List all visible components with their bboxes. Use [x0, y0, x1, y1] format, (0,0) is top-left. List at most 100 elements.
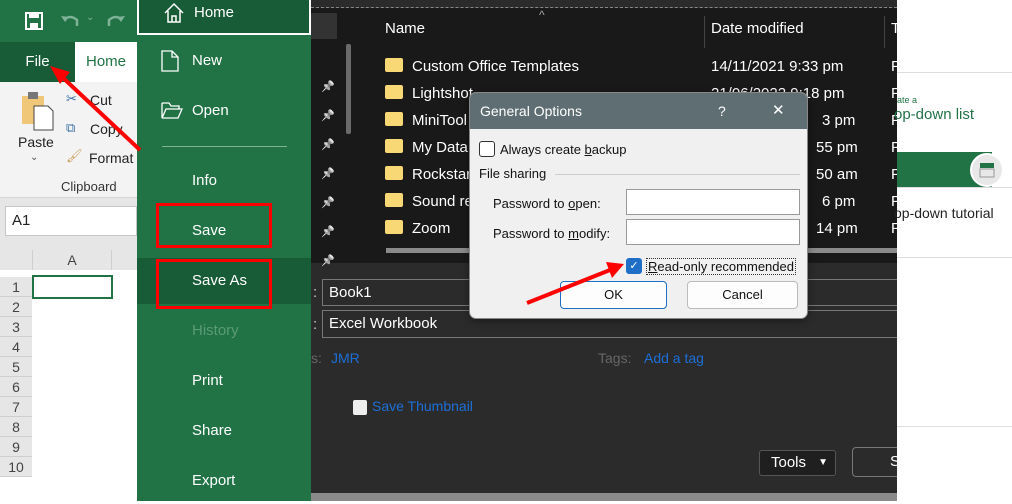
- backstage-item-export[interactable]: Export: [137, 458, 311, 504]
- read-only-label[interactable]: Read-only recommended: [646, 258, 796, 275]
- folder-icon: [385, 85, 403, 99]
- file-row[interactable]: MiniTool: [385, 109, 467, 133]
- row-header[interactable]: 7: [0, 397, 32, 417]
- dialog-title: General Options: [480, 103, 582, 119]
- tab-file[interactable]: File: [0, 42, 75, 82]
- close-icon[interactable]: ✕: [772, 93, 785, 129]
- divider: [555, 174, 800, 175]
- column-header-b[interactable]: [112, 250, 137, 270]
- highlight-save-as: [156, 259, 272, 309]
- row-header[interactable]: 1: [0, 277, 32, 297]
- file-name: Zoom: [412, 220, 451, 237]
- row-header[interactable]: 5: [0, 357, 32, 377]
- row-header[interactable]: 4: [0, 337, 32, 357]
- file-row[interactable]: Lightshot: [385, 82, 473, 106]
- folder-icon: [385, 58, 403, 72]
- select-all-corner[interactable]: [0, 250, 32, 270]
- column-header-a[interactable]: A: [32, 250, 112, 270]
- backstage-item-home[interactable]: Home: [137, 0, 311, 35]
- pin-icon[interactable]: 📌: [321, 138, 335, 151]
- paste-icon[interactable]: [20, 90, 54, 132]
- row-header[interactable]: 9: [0, 437, 32, 457]
- checkmark-icon: ✓: [629, 260, 639, 272]
- file-row[interactable]: Rockstar: [385, 163, 471, 187]
- pin-icon[interactable]: 📌: [321, 167, 335, 180]
- row-header[interactable]: 6: [0, 377, 32, 397]
- spreadsheet-icon: [970, 153, 1004, 187]
- tools-dropdown[interactable]: Tools ▼: [759, 450, 836, 476]
- template-title[interactable]: op-down list: [894, 106, 974, 123]
- redo-icon[interactable]: [106, 12, 126, 30]
- backstage-item-print[interactable]: Print: [137, 358, 311, 404]
- backstage-item-info[interactable]: Info: [137, 158, 311, 204]
- column-header-date-modified[interactable]: Date modified: [711, 20, 804, 37]
- always-backup-label[interactable]: Always create backup: [500, 142, 626, 157]
- file-row[interactable]: My Data: [385, 136, 468, 160]
- row-header[interactable]: 3: [0, 317, 32, 337]
- backstage-nav: Home New Open Info Save Save As History …: [137, 0, 311, 501]
- divider: [897, 187, 1012, 188]
- dialog-bottom-edge: [311, 493, 897, 501]
- dialog-top-edge: [311, 0, 897, 8]
- file-row[interactable]: Zoom: [385, 217, 450, 241]
- file-row[interactable]: Custom Office Templates: [385, 55, 579, 79]
- backstage-item-new[interactable]: New: [137, 38, 311, 84]
- pin-icon[interactable]: 📌: [321, 80, 335, 93]
- help-button[interactable]: ?: [718, 93, 726, 129]
- file-date: 6 pm: [822, 193, 856, 210]
- pin-icon[interactable]: 📌: [321, 196, 335, 209]
- cancel-button[interactable]: Cancel: [687, 281, 798, 309]
- pin-icon[interactable]: 📌: [321, 225, 335, 238]
- column-header-name[interactable]: Name: [385, 20, 425, 37]
- paste-button[interactable]: Paste: [18, 134, 54, 150]
- save-icon[interactable]: [25, 12, 43, 30]
- name-box[interactable]: A1: [5, 206, 137, 236]
- divider: [162, 146, 287, 147]
- ribbon-clipboard-group: Paste ⌄ ✂ Cut ⧉ Copy 🖌 Format Clipboard: [0, 82, 137, 198]
- undo-dropdown-icon[interactable]: ⌄: [86, 12, 94, 23]
- copy-button[interactable]: Copy: [90, 121, 123, 137]
- pin-icon[interactable]: 📌: [321, 109, 335, 122]
- tab-home[interactable]: Home: [75, 42, 137, 82]
- read-only-checkbox[interactable]: ✓: [626, 258, 642, 274]
- pin-icon[interactable]: 📌: [321, 254, 335, 267]
- worksheet-grid[interactable]: A 1 2 3 4 5 6 7 8 9 10: [0, 250, 137, 501]
- save-as-type-label: :: [313, 316, 318, 333]
- new-document-icon: [161, 50, 179, 72]
- file-row[interactable]: Sound re: [385, 190, 473, 214]
- format-painter-button[interactable]: Format: [89, 150, 133, 166]
- save-thumbnail-label[interactable]: Save Thumbnail: [372, 398, 473, 414]
- selected-cell-a1[interactable]: [32, 275, 113, 299]
- clipboard-group-label: Clipboard: [61, 179, 117, 194]
- add-tag-link[interactable]: Add a tag: [644, 350, 704, 366]
- undo-icon[interactable]: [60, 12, 80, 30]
- password-open-label: Password to open:: [493, 196, 601, 211]
- column-divider[interactable]: [704, 16, 705, 48]
- password-open-input[interactable]: [626, 189, 800, 215]
- file-name: Custom Office Templates: [412, 58, 580, 75]
- sort-ascending-icon: ^: [539, 8, 545, 22]
- folder-icon: [385, 139, 403, 153]
- folder-icon: [385, 220, 403, 234]
- row-header[interactable]: 2: [0, 297, 32, 317]
- cut-button[interactable]: Cut: [90, 92, 112, 108]
- divider: [897, 72, 1012, 73]
- backstage-item-history: History: [192, 322, 239, 339]
- ok-button[interactable]: OK: [560, 281, 667, 309]
- save-thumbnail-checkbox[interactable]: [353, 400, 367, 415]
- tutorial-title[interactable]: op-down tutorial: [894, 205, 994, 221]
- paste-dropdown-icon[interactable]: ⌄: [30, 152, 38, 163]
- general-options-dialog: General Options ? ✕ Always create backup…: [469, 92, 808, 319]
- password-modify-input[interactable]: [626, 219, 800, 245]
- authors-value[interactable]: JMR: [331, 350, 360, 366]
- row-header[interactable]: 8: [0, 417, 32, 437]
- file-date: 3 pm: [822, 112, 856, 129]
- file-name: Rockstar: [412, 166, 472, 183]
- always-backup-checkbox[interactable]: [479, 141, 495, 157]
- file-name: Sound re: [412, 193, 473, 210]
- column-divider[interactable]: [884, 16, 885, 48]
- nav-pane-scrollbar[interactable]: [346, 44, 351, 134]
- backstage-item-open[interactable]: Open: [137, 88, 311, 134]
- backstage-item-share[interactable]: Share: [137, 408, 311, 454]
- row-header[interactable]: 10: [0, 457, 32, 477]
